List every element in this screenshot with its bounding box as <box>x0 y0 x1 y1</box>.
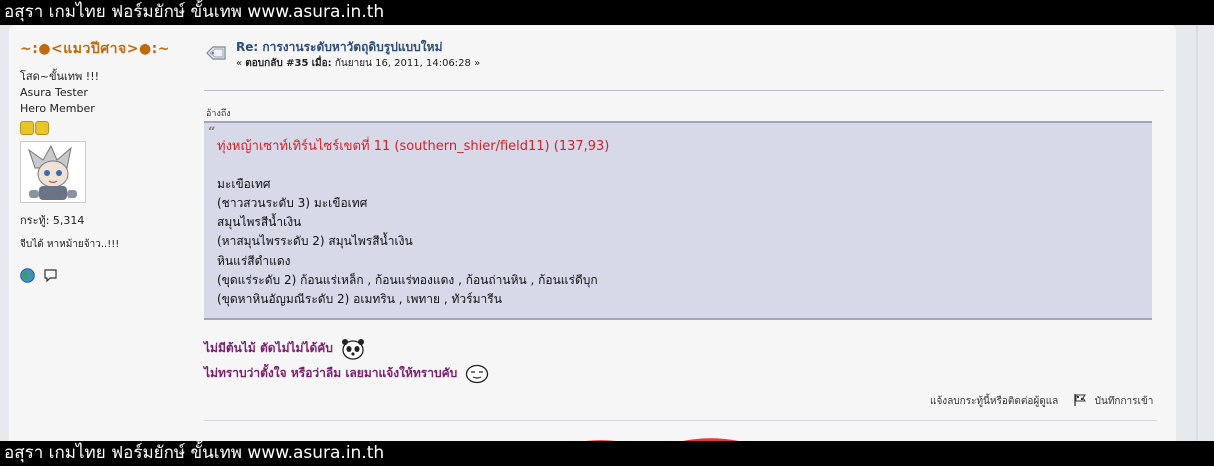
quote-line: (ชาวสวนระดับ 3) มะเขือเทศ <box>217 196 368 211</box>
signature-line: ไม่ทราบว่าตั้งใจ หรือว่าลืม เลยมาแจ้งให้… <box>204 361 489 386</box>
header-divider <box>204 90 1164 91</box>
site-banner-bottom: อสุรา เกมไทย ฟอร์มยักษ์ ขั้นเทพ www.asur… <box>0 441 1214 466</box>
post-actions: แจ้งลบกระทู้นี้หรือติดต่อผู้ดูแล บันทึกก… <box>930 393 1153 410</box>
signature-line: ไม่มีต้นไม้ ตัดไม่ไม่ได้คับ <box>204 336 489 361</box>
avatar-image <box>21 142 85 202</box>
rank-star-icon <box>20 121 34 135</box>
scrollbar-track[interactable] <box>1196 25 1198 441</box>
quote-line: (ขุดแร่ระดับ 2) ก้อนแร่เหล็ก , ก้อนแร่ทอ… <box>217 272 598 287</box>
poster-icons <box>20 267 190 283</box>
quote-header: อ้างถึง <box>206 109 231 119</box>
poster-group: Asura Tester <box>20 86 88 99</box>
globe-icon[interactable] <box>20 268 35 287</box>
quote-line: มะเขือเทศ <box>217 177 271 192</box>
reply-number: ตอบกลับ #35 <box>245 58 309 69</box>
quote-body: ทุ่งหญ้าเซาท์เทิร์นไซร์เขตที่ 11 (southe… <box>217 137 609 309</box>
post-info: « ตอบกลับ #35 เมื่อ: กันยายน 16, 2011, 1… <box>236 58 481 69</box>
report-link[interactable]: แจ้งลบกระทู้นี้หรือติดต่อผู้ดูแล <box>930 396 1058 407</box>
quote-line: สมุนไพรสีน้ำเงิน <box>217 215 302 230</box>
signature-text-1: ไม่มีต้นไม้ ตัดไม่ไม่ได้คับ <box>204 341 333 355</box>
quote-line: หินแร่สีดำแดง <box>217 253 291 268</box>
right-gutter <box>1176 25 1214 441</box>
quote-line: ทุ่งหญ้าเซาท์เทิร์นไซร์เขตที่ 11 (southe… <box>217 139 610 154</box>
rank-star-icon <box>35 121 49 135</box>
panda-emoticon-icon <box>342 338 365 360</box>
signature-text-2: ไม่ทราบว่าตั้งใจ หรือว่าลืม เลยมาแจ้งให้… <box>204 366 458 380</box>
quote-line <box>217 156 609 175</box>
footer-divider <box>204 420 1157 421</box>
quote-arrow: « <box>236 58 246 69</box>
rank-stars <box>20 120 190 135</box>
smiley-emoticon-icon <box>466 364 489 383</box>
signature-banner-image <box>563 432 803 441</box>
poster-title: โสด~ขั้นเทพ !!! <box>20 70 100 83</box>
site-banner-top: อสุรา เกมไทย ฟอร์มยักษ์ ขั้นเทพ www.asur… <box>0 0 1214 25</box>
quote-mark-icon: “ <box>208 125 216 140</box>
post-xx-icon <box>205 44 227 66</box>
poster-name[interactable]: ~:●<แมวปีศาจ>●:~ <box>20 38 190 60</box>
logged-ip-icon <box>1073 393 1087 410</box>
poster-info: ~:●<แมวปีศาจ>●:~ โสด~ขั้นเทพ !!! Asura T… <box>20 38 190 283</box>
poster-rank: Hero Member <box>20 102 95 115</box>
speech-bubble-icon[interactable] <box>43 268 58 287</box>
quote-line: (ขุดหาหินอัญมณีระดับ 2) อเมทริน , เพทาย … <box>217 291 502 306</box>
poster-post-count: กระทู้: 5,314 <box>20 214 85 227</box>
quote-line: (หาสมุนไพรระดับ 2) สมุนไพรสีน้ำเงิน <box>217 234 413 249</box>
avatar <box>20 141 86 203</box>
post-date: กันยายน 16, 2011, 14:06:28 <box>334 58 471 69</box>
on-label: เมื่อ: <box>311 58 332 69</box>
post-subject-link[interactable]: Re: การงานระดับหาวัตถุดิบรูปแบบใหม่ <box>236 38 442 57</box>
poster-personal-text: จีบได้ หาหม้ายจ้าว..!!! <box>20 239 120 250</box>
logged-label: บันทึกการเข้า <box>1094 396 1154 407</box>
signature: ไม่มีต้นไม้ ตัดไม่ไม่ได้คับ ไม่ทราบว่าตั… <box>204 336 489 386</box>
quote-box: “ ทุ่งหญ้าเซาท์เทิร์นไซร์เขตที่ 11 (sout… <box>204 121 1152 320</box>
